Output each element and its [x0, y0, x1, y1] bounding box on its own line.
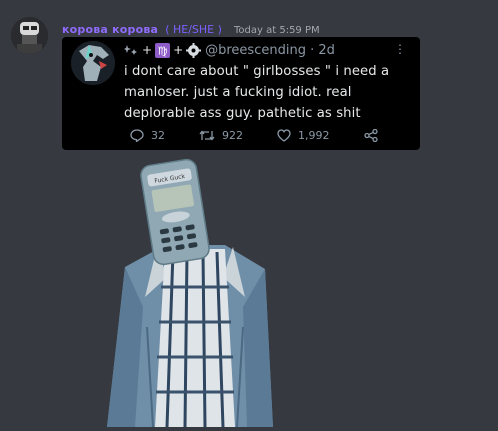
message-header: корова корова ( HE/SHE ) Today at 5:59 P…	[62, 18, 320, 36]
tweet-actions: 32 922 1,992	[130, 127, 412, 143]
virgo-icon: ♍	[155, 42, 171, 58]
timestamp: Today at 5:59 PM	[234, 25, 320, 36]
svg-text:♍: ♍	[158, 44, 168, 57]
retweet-icon	[199, 129, 215, 141]
phone-head-man-image[interactable]: Fuck Guck	[95, 157, 295, 428]
tweet-handle: @breescending · 2d	[205, 42, 335, 58]
sparkles-icon	[124, 45, 137, 55]
plus-icon: +	[173, 43, 184, 57]
reply-icon	[130, 128, 144, 142]
like-count: 1,992	[298, 128, 330, 142]
tweet-header: + ♍ + @breescending · 2d	[124, 41, 335, 59]
like-action[interactable]: 1,992	[277, 129, 330, 142]
retweet-action[interactable]: 922	[199, 129, 243, 142]
reply-count: 32	[151, 128, 165, 142]
heart-icon	[277, 128, 291, 142]
chat-message: корова корова ( HE/SHE ) Today at 5:59 P…	[0, 0, 498, 428]
username[interactable]: корова корова	[62, 23, 158, 36]
plus-icon: +	[142, 43, 153, 57]
gear-icon	[186, 42, 202, 58]
retweet-count: 922	[222, 128, 243, 142]
user-avatar[interactable]	[11, 17, 48, 54]
pronouns[interactable]: ( HE/SHE )	[165, 23, 222, 36]
tweet-avatar	[71, 41, 115, 85]
tweet-text: i dont care about " girlbosses " i need …	[124, 64, 390, 121]
tweet-screenshot[interactable]: + ♍ + @breescending · 2d ⋮ i dont care a…	[62, 37, 420, 150]
more-options-icon[interactable]: ⋮	[394, 42, 406, 56]
share-action[interactable]	[363, 128, 378, 142]
share-icon	[363, 128, 378, 142]
reply-action[interactable]: 32	[130, 129, 165, 142]
